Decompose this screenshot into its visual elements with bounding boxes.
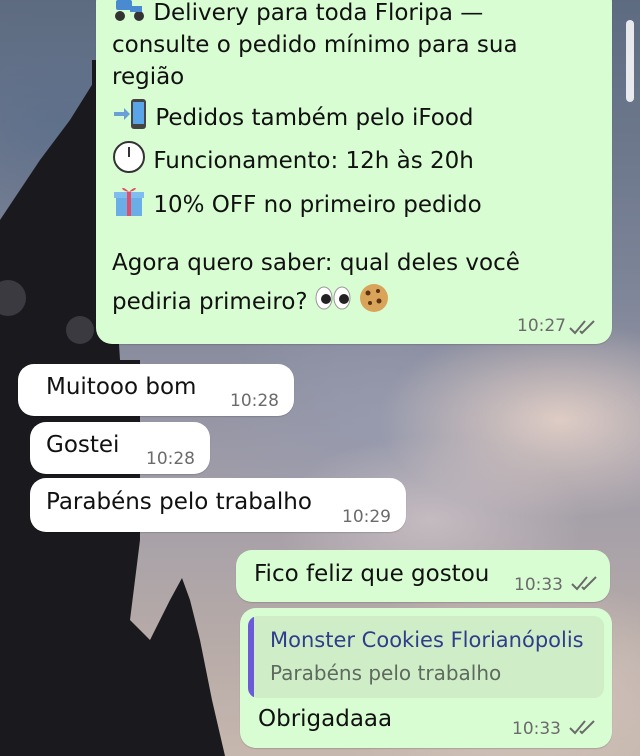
message-incoming[interactable]: Parabéns pelo trabalho 10:29 — [30, 478, 406, 532]
promo-delivery-text: Delivery para toda Floripa — — [153, 0, 484, 27]
promo-delivery-line-2: consulte o pedido mínimo para sua — [112, 32, 518, 58]
message-text: Parabéns pelo trabalho — [46, 489, 312, 515]
message-outgoing[interactable]: Fico feliz que gostou 10:33 — [236, 550, 610, 602]
message-time: 10:27 — [517, 316, 566, 337]
promo-line-hours: Funcionamento: 12h às 20h — [112, 140, 474, 183]
message-text: Fico feliz que gostou — [254, 561, 490, 587]
quote-author: Monster Cookies Florianópolis — [270, 628, 584, 652]
promo-delivery-line-3: região — [112, 64, 185, 90]
quote-accent-bar — [248, 616, 254, 698]
quoted-message[interactable]: Monster Cookies Florianópolis Parabéns p… — [248, 616, 604, 698]
clock-icon — [112, 140, 146, 183]
promo-line-discount: 10% OFF no primeiro pedido — [112, 184, 482, 227]
message-text: Gostei — [46, 432, 120, 458]
message-text: Obrigadaaa — [258, 706, 393, 732]
read-ticks-icon — [569, 720, 595, 735]
message-incoming[interactable]: Muitooo bom 10:28 — [18, 364, 294, 416]
message-time: 10:29 — [342, 507, 391, 527]
message-time: 10:33 — [514, 575, 563, 595]
message-outgoing-promo[interactable]: Delivery para toda Floripa — consulte o … — [96, 0, 612, 344]
eyes-icon — [315, 286, 351, 319]
message-text: Muitooo bom — [46, 374, 197, 400]
promo-line-ifood: Pedidos também pelo iFood — [112, 98, 474, 139]
message-time: 10:33 — [512, 719, 561, 739]
promo-line-question-2: pediria primeiro? — [112, 282, 390, 323]
read-ticks-icon — [571, 576, 597, 591]
gift-icon — [112, 184, 146, 227]
promo-question-line-1: Agora quero saber: qual deles você — [112, 250, 520, 276]
phone-arrow-icon — [112, 98, 148, 139]
read-ticks-icon — [569, 320, 595, 335]
scooter-icon — [112, 0, 146, 31]
scrollbar-thumb[interactable] — [626, 20, 634, 102]
promo-line-delivery: Delivery para toda Floripa — — [112, 0, 483, 31]
promo-ifood-text: Pedidos também pelo iFood — [155, 105, 474, 132]
promo-hours-text: Funcionamento: 12h às 20h — [153, 148, 474, 175]
message-incoming[interactable]: Gostei 10:28 — [30, 422, 210, 474]
cookie-icon — [358, 282, 390, 323]
message-time: 10:28 — [146, 449, 195, 469]
message-time: 10:28 — [230, 391, 279, 411]
quote-text: Parabéns pelo trabalho — [270, 661, 502, 685]
promo-discount-text: 10% OFF no primeiro pedido — [153, 192, 482, 219]
message-outgoing-reply[interactable]: Monster Cookies Florianópolis Parabéns p… — [240, 608, 612, 748]
promo-question-text: pediria primeiro? — [112, 289, 308, 316]
